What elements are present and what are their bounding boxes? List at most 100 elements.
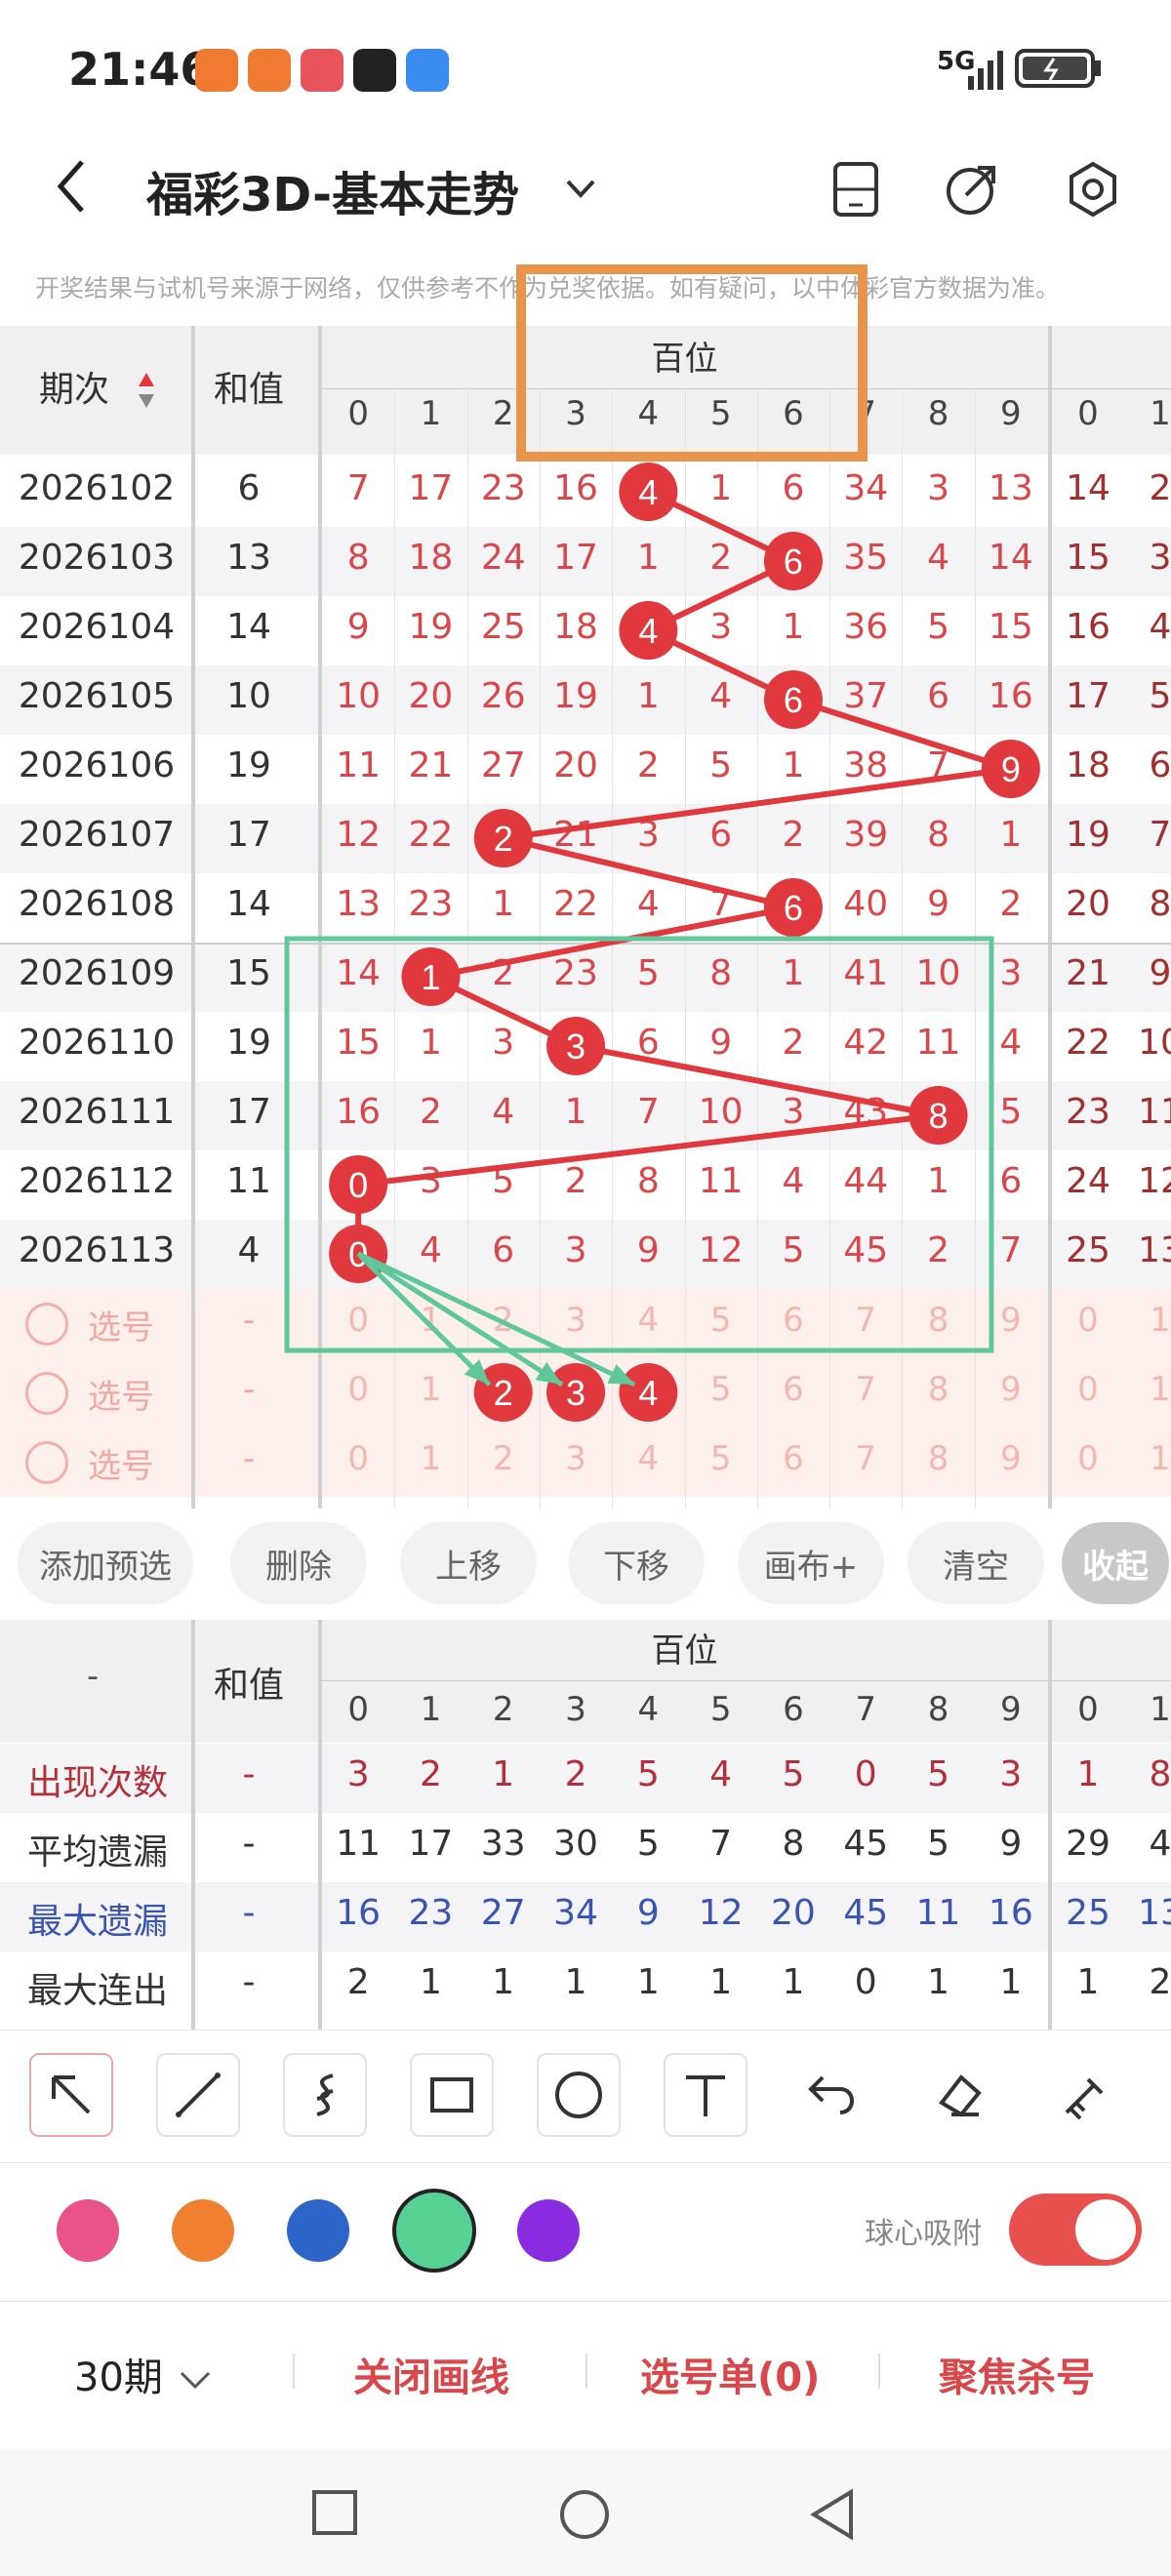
phone-split-icon[interactable] (829, 160, 882, 219)
circle-tool[interactable] (537, 2053, 621, 2137)
pick-digit[interactable]: 0 (1052, 1439, 1124, 1478)
pick-digit[interactable]: 3 (540, 1439, 612, 1478)
pick-digit[interactable]: 9 (975, 1439, 1047, 1478)
action-button[interactable]: 删除 (230, 1522, 367, 1604)
line-tool[interactable] (156, 2053, 240, 2137)
color-swatch[interactable] (392, 2189, 476, 2273)
back-icon[interactable] (49, 154, 98, 219)
sort-icon[interactable] (137, 369, 156, 412)
pick-digit[interactable]: 0 (322, 1370, 394, 1409)
action-button[interactable]: 画布+ (738, 1522, 884, 1604)
back-nav-icon[interactable] (808, 2488, 857, 2541)
divider (0, 2301, 1171, 2302)
pick-row[interactable]: 选号 -0 1 2 3 4 5 6 7 8 9 0 1 (0, 1428, 1171, 1497)
rect-tool[interactable] (410, 2053, 494, 2137)
recents-icon[interactable] (310, 2488, 359, 2537)
brush-tool[interactable] (1044, 2053, 1128, 2137)
action-button[interactable]: 下移 (568, 1522, 705, 1604)
digit-header: 9 (1000, 394, 1022, 433)
undo-tool[interactable] (790, 2053, 874, 2137)
pick-digit[interactable]: 4 (612, 1301, 684, 1340)
radio-circle[interactable] (25, 1371, 68, 1415)
stats-cell: 1 (1076, 1962, 1100, 2002)
pick-digit[interactable]: 8 (902, 1370, 974, 1409)
eraser-tool[interactable] (917, 2053, 1001, 2137)
sum-cell: 19 (226, 745, 271, 785)
pick-digit[interactable]: 1 (1124, 1439, 1171, 1478)
miss-cell: 6 (636, 1023, 660, 1063)
radio-circle[interactable] (25, 1302, 68, 1346)
period-cell: 2026112 (18, 1161, 176, 1201)
eraser-tool-icon (939, 2074, 982, 2117)
action-button[interactable]: 收起 (1062, 1522, 1169, 1604)
color-swatch[interactable] (172, 2199, 234, 2262)
divider (0, 942, 1171, 945)
pick-row[interactable]: 选号 -0 1 5 6 7 8 9 0 1 (0, 1358, 1171, 1428)
miss-cell: 2 (1149, 468, 1171, 508)
action-button[interactable]: 添加预选 (18, 1522, 193, 1604)
pick-digit[interactable]: 1 (1124, 1370, 1171, 1409)
share-icon[interactable] (943, 160, 1001, 219)
pick-digit[interactable]: 7 (829, 1370, 902, 1409)
pick-digit[interactable]: 0 (1052, 1370, 1124, 1409)
pick-digit[interactable]: 2 (467, 1439, 540, 1478)
pick-digit[interactable]: 1 (1124, 1301, 1171, 1340)
pick-digit[interactable]: 1 (394, 1439, 466, 1478)
pick-digit[interactable]: 0 (322, 1439, 394, 1478)
pick-digit[interactable]: 9 (975, 1301, 1047, 1340)
pick-digit[interactable]: 5 (685, 1301, 757, 1340)
color-swatch[interactable] (57, 2199, 119, 2262)
pick-digit[interactable]: 8 (902, 1439, 974, 1478)
ticket-button[interactable]: 选号单(0) (640, 2346, 820, 2402)
stats-cell: 9 (636, 1893, 660, 1933)
miss-cell: 17 (1066, 676, 1110, 716)
color-swatch[interactable] (517, 2199, 580, 2262)
pick-digit[interactable]: 0 (322, 1301, 394, 1340)
miss-cell: 3 (709, 607, 733, 647)
pick-digit[interactable]: 5 (685, 1439, 757, 1478)
stats-cell: 2 (419, 1754, 442, 1794)
snap-toggle[interactable] (1009, 2194, 1142, 2266)
pick-digit[interactable]: 6 (757, 1301, 829, 1340)
pick-digit[interactable]: 1 (394, 1370, 466, 1409)
period-cell: 2026111 (18, 1092, 176, 1132)
stats-cell: 7 (709, 1824, 733, 1864)
pick-digit[interactable]: 3 (540, 1301, 612, 1340)
period-selector[interactable]: 30期 (74, 2346, 215, 2402)
color-swatch[interactable] (287, 2199, 349, 2262)
close-lines-button[interactable]: 关闭画线 (353, 2346, 509, 2402)
action-button[interactable]: 清空 (908, 1522, 1044, 1604)
pick-sum: - (242, 1369, 256, 1409)
pick-digit[interactable]: 6 (757, 1439, 829, 1478)
action-button[interactable]: 上移 (400, 1522, 537, 1604)
pick-digit[interactable]: 2 (467, 1301, 540, 1340)
stats-sum: - (242, 1893, 256, 1933)
chevron-down-icon[interactable] (556, 164, 605, 213)
pick-digit[interactable]: 5 (685, 1370, 757, 1409)
group-header: 百位 (651, 340, 718, 379)
miss-cell: 3 (999, 953, 1023, 993)
focus-kill-button[interactable]: 聚焦杀号 (939, 2346, 1095, 2402)
home-icon[interactable] (558, 2488, 611, 2541)
text-tool-icon (686, 2075, 725, 2116)
stats-group-header: 百位 (651, 1631, 718, 1670)
pick-row[interactable]: 选号 -0 1 2 3 4 5 6 7 8 9 0 1 (0, 1289, 1171, 1358)
pick-digit[interactable]: 7 (829, 1301, 902, 1340)
pick-digit[interactable]: 7 (829, 1439, 902, 1478)
pick-digit[interactable]: 9 (975, 1370, 1047, 1409)
sum-cell: 11 (226, 1161, 271, 1201)
curve-tool[interactable] (283, 2053, 367, 2137)
pick-digit[interactable]: 4 (612, 1439, 684, 1478)
battery-icon (1015, 49, 1101, 88)
miss-cell: 22 (1066, 1023, 1110, 1063)
digit-header: 6 (783, 394, 804, 433)
pick-digit[interactable]: 6 (757, 1370, 829, 1409)
pick-digit[interactable]: 0 (1052, 1301, 1124, 1340)
radio-circle[interactable] (25, 1440, 68, 1484)
pick-digit[interactable]: 8 (902, 1301, 974, 1340)
settings-icon[interactable] (1064, 160, 1122, 219)
text-tool[interactable] (664, 2053, 747, 2137)
miss-cell: 4 (419, 1230, 442, 1270)
arrow-tool[interactable] (29, 2053, 113, 2137)
pick-digit[interactable]: 1 (394, 1301, 466, 1340)
